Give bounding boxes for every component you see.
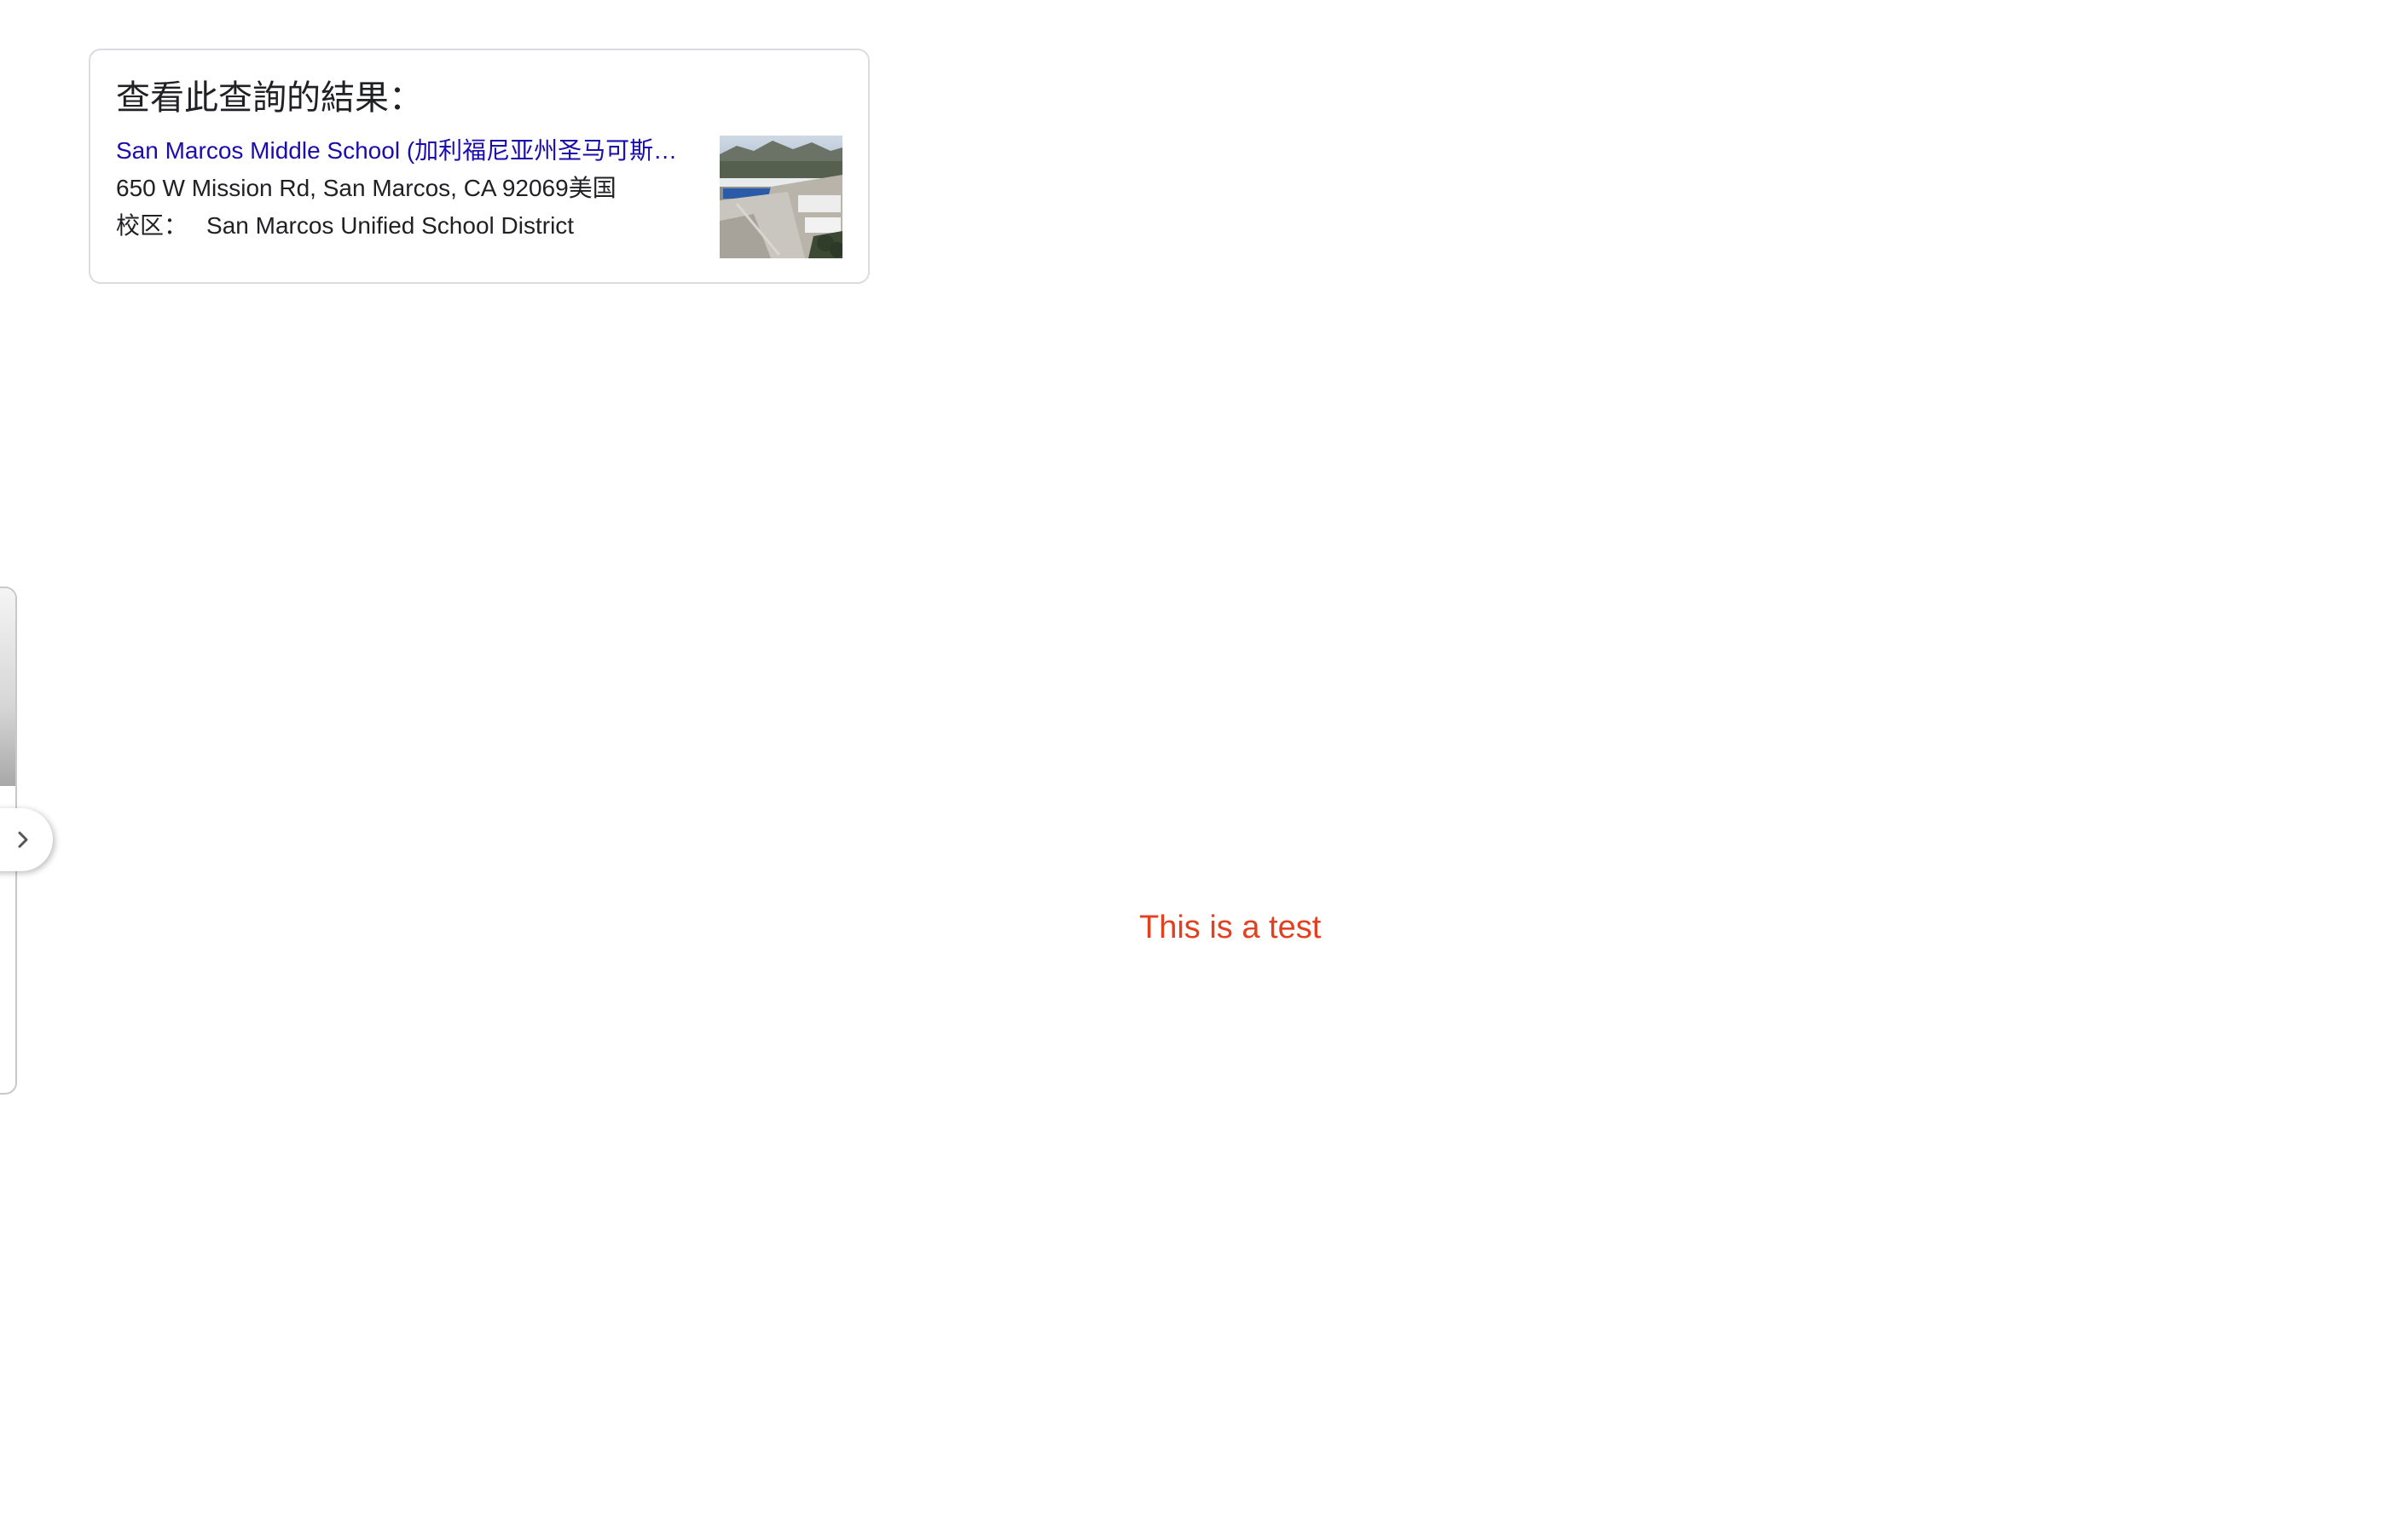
test-message: This is a test: [1139, 910, 1322, 945]
result-card: 查看此查詢的結果： San Marcos Middle School (加利福尼…: [89, 49, 870, 284]
district-label: 校区：: [116, 212, 188, 239]
expand-panel-button[interactable]: [0, 808, 53, 871]
result-district: 校区： San Marcos Unified School District: [116, 209, 574, 243]
page: 查看此查詢的結果： San Marcos Middle School (加利福尼…: [0, 0, 2408, 1514]
result-link[interactable]: San Marcos Middle School (加利福尼亚州圣马可斯…: [116, 134, 687, 168]
school-thumbnail[interactable]: [720, 136, 842, 258]
district-value: San Marcos Unified School District: [206, 212, 575, 239]
side-panel-preview: [0, 588, 15, 786]
card-title: 查看此查詢的結果：: [116, 79, 423, 117]
school-aerial-image: [720, 136, 842, 258]
result-address: 650 W Mission Rd, San Marcos, CA 92069美国: [116, 175, 616, 201]
chevron-right-icon: [18, 831, 28, 848]
